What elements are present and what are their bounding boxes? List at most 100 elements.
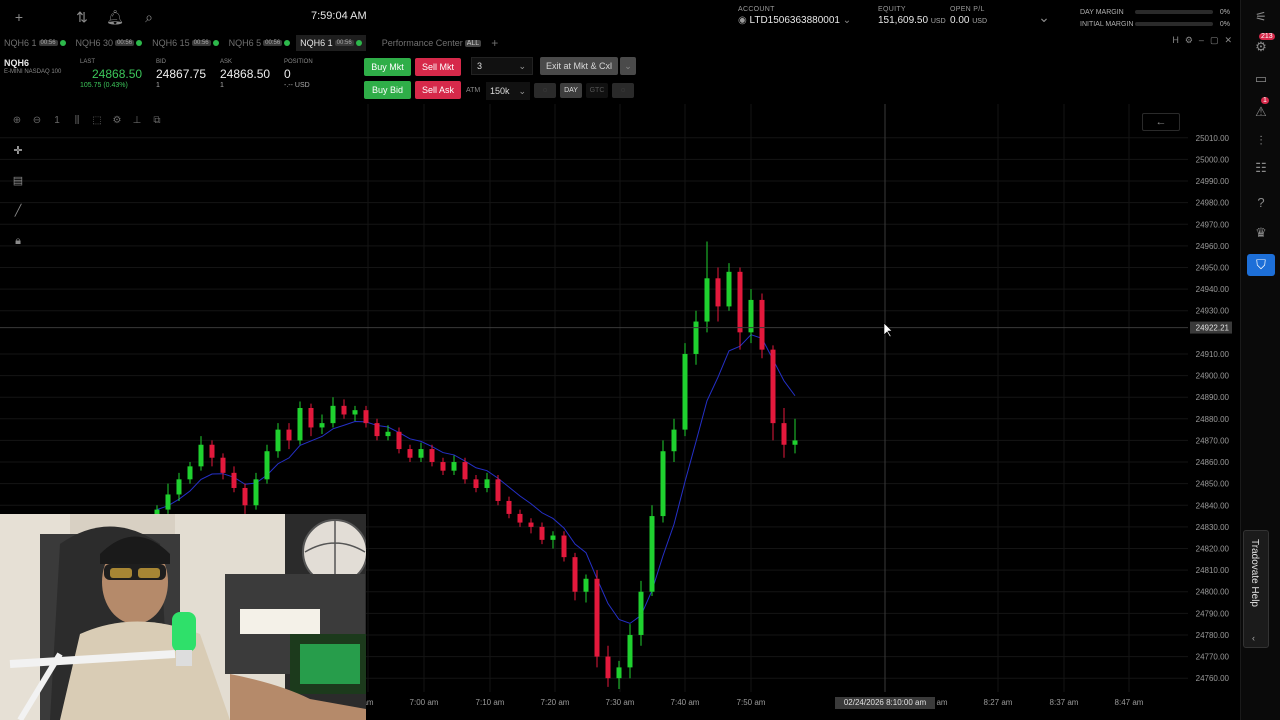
select-area-icon[interactable]: ⬚	[90, 114, 104, 128]
initial-margin-pct: 0%	[1219, 20, 1230, 28]
candle-body	[495, 479, 501, 501]
open-pl-label: OPEN P/L	[950, 6, 985, 13]
search-icon[interactable]: ⌕	[140, 8, 158, 26]
timeframe-icon[interactable]: 1	[50, 114, 64, 128]
exit-dropdown-icon[interactable]: ⌄	[620, 57, 636, 75]
candle-body	[341, 405, 347, 415]
bell-icon[interactable]: 🔔︎	[106, 8, 124, 26]
price-tick-label: 25000.00	[1196, 155, 1230, 164]
sort-arrows-icon[interactable]: ⇅	[73, 8, 91, 26]
webcam-overlay	[0, 514, 366, 720]
buy-bid-button[interactable]: Buy Bid	[364, 81, 411, 99]
community-icon[interactable]: ☷	[1247, 157, 1275, 179]
buy-mkt-button[interactable]: Buy Mkt	[364, 58, 411, 76]
candle-body	[275, 429, 281, 452]
zoom-in-icon[interactable]: ⊕	[10, 114, 24, 128]
tif-settings-icon[interactable]: ◌	[612, 83, 634, 98]
tab-nqh6-30[interactable]: NQH6 30 00:56	[72, 38, 147, 48]
tab-performance-center[interactable]: Performance Center ALL	[378, 38, 486, 48]
add-icon[interactable]: +	[10, 8, 28, 26]
notes-icon[interactable]: ▤	[10, 173, 26, 189]
time-tick-label: 7:50 am	[737, 698, 766, 707]
sliders-icon[interactable]: ⚟	[1247, 6, 1275, 28]
candle-body	[759, 299, 765, 350]
ask-size: 1	[220, 82, 224, 89]
candle-body	[374, 423, 380, 437]
zoom-out-icon[interactable]: ⊖	[30, 114, 44, 128]
open-pl-value: 0.00	[950, 15, 970, 26]
bracket-toggle-icon[interactable]: ◌	[534, 83, 556, 98]
shield-icon[interactable]: ⛉	[1247, 254, 1275, 276]
sell-mkt-button[interactable]: Sell Mkt	[415, 58, 461, 76]
candle-type-icon[interactable]: ⫼	[70, 114, 84, 128]
help-tab[interactable]: Tradovate Help ‹	[1243, 530, 1269, 648]
candle-body	[506, 500, 512, 514]
bars-icon[interactable]: ⫶	[1247, 130, 1275, 152]
account-selector[interactable]: ACCOUNT ◉ LTD1506363880001 ⌄	[738, 6, 851, 26]
initial-margin-bar	[1135, 22, 1213, 26]
candle-body	[539, 526, 545, 540]
candle-body	[264, 451, 270, 480]
candle-body	[451, 462, 457, 471]
tab-sub: 00:56	[38, 40, 58, 46]
help-icon[interactable]: ?	[1247, 192, 1275, 214]
trophy-icon[interactable]: ♛	[1247, 222, 1275, 244]
warning-icon[interactable]: ⚠	[1247, 101, 1275, 123]
ask-label: ASK	[220, 59, 233, 65]
open-pl-block: OPEN P/L 0.00 USD	[950, 6, 987, 26]
candle-body	[583, 578, 589, 592]
tab-nqh6-15[interactable]: NQH6 15 00:56	[148, 38, 223, 48]
chat-icon[interactable]: ▭	[1247, 68, 1275, 90]
chevron-left-icon: ‹	[1252, 633, 1255, 643]
day-margin-bar	[1135, 10, 1213, 14]
crosshair-icon[interactable]: ✛	[10, 143, 26, 159]
clock: 7:59:04 AM	[311, 10, 367, 22]
indicators-icon[interactable]: ⊥	[130, 114, 144, 128]
gear-icon[interactable]: ⚙	[1185, 35, 1193, 46]
sell-ask-button[interactable]: Sell Ask	[415, 81, 461, 99]
bid-size: 1	[156, 82, 160, 89]
candle-body	[726, 271, 732, 307]
tab-nqh6-1-active[interactable]: NQH6 1 00:56	[296, 35, 366, 51]
price-axis: 25010.00 25000.00 24990.00 24980.00 24970.00…	[1196, 134, 1230, 683]
time-tick-label: 8:37 am	[1050, 698, 1079, 707]
day-margin-label: DAY MARGIN	[1080, 8, 1124, 16]
bid-label: BID	[156, 59, 167, 65]
atm-select[interactable]: 150k ⌄	[486, 82, 530, 100]
time-tick-label: 8:47 am	[1115, 698, 1144, 707]
tab-badge: ALL	[464, 39, 482, 47]
time-tick-label: 7:10 am	[476, 698, 505, 707]
atm-value: 150k	[490, 86, 510, 96]
lock-icon[interactable]: 🔒︎	[10, 233, 26, 249]
atm-label: ATM	[466, 87, 481, 94]
time-tick-label: 8:27 am	[984, 698, 1013, 707]
candle-body	[704, 278, 710, 322]
minimize-icon[interactable]: –	[1199, 35, 1204, 46]
candle-body	[561, 535, 567, 558]
tab-nqh6-1[interactable]: NQH6 1 00:56	[0, 38, 70, 48]
maximize-icon[interactable]: ▢	[1210, 35, 1219, 46]
pencil-icon[interactable]: ╱	[10, 203, 26, 219]
open-pl-currency: USD	[972, 18, 988, 25]
chevron-down-icon[interactable]: ⌄	[1035, 8, 1053, 26]
tif-day-button[interactable]: DAY	[560, 83, 582, 98]
quantity-input[interactable]: 3 ⌄	[471, 57, 533, 75]
webcam-image	[0, 514, 366, 720]
last-change: 105.75 (0.43%)	[80, 82, 128, 89]
exit-mkt-cxl-button[interactable]: Exit at Mkt & Cxl	[540, 57, 618, 75]
close-icon[interactable]: ✕	[1224, 35, 1232, 46]
tif-gtc-button[interactable]: GTC	[586, 83, 608, 98]
candle-body	[198, 444, 204, 467]
price-tick-label: 24940.00	[1196, 285, 1230, 294]
initial-margin-label: INITIAL MARGIN	[1080, 20, 1134, 28]
link-icon[interactable]: H	[1172, 35, 1179, 46]
candle-body	[308, 408, 314, 428]
symbol: NQH6	[4, 58, 30, 68]
copy-icon[interactable]: ⧉	[150, 114, 164, 128]
tab-nqh6-5[interactable]: NQH6 5 00:56	[225, 38, 295, 48]
add-tab-icon[interactable]: +	[487, 36, 502, 50]
back-arrow-icon[interactable]: ←	[1142, 113, 1180, 131]
settings-icon[interactable]: ⚙	[110, 114, 124, 128]
alerts-badge: 213	[1259, 33, 1275, 40]
candle-body	[209, 444, 215, 458]
